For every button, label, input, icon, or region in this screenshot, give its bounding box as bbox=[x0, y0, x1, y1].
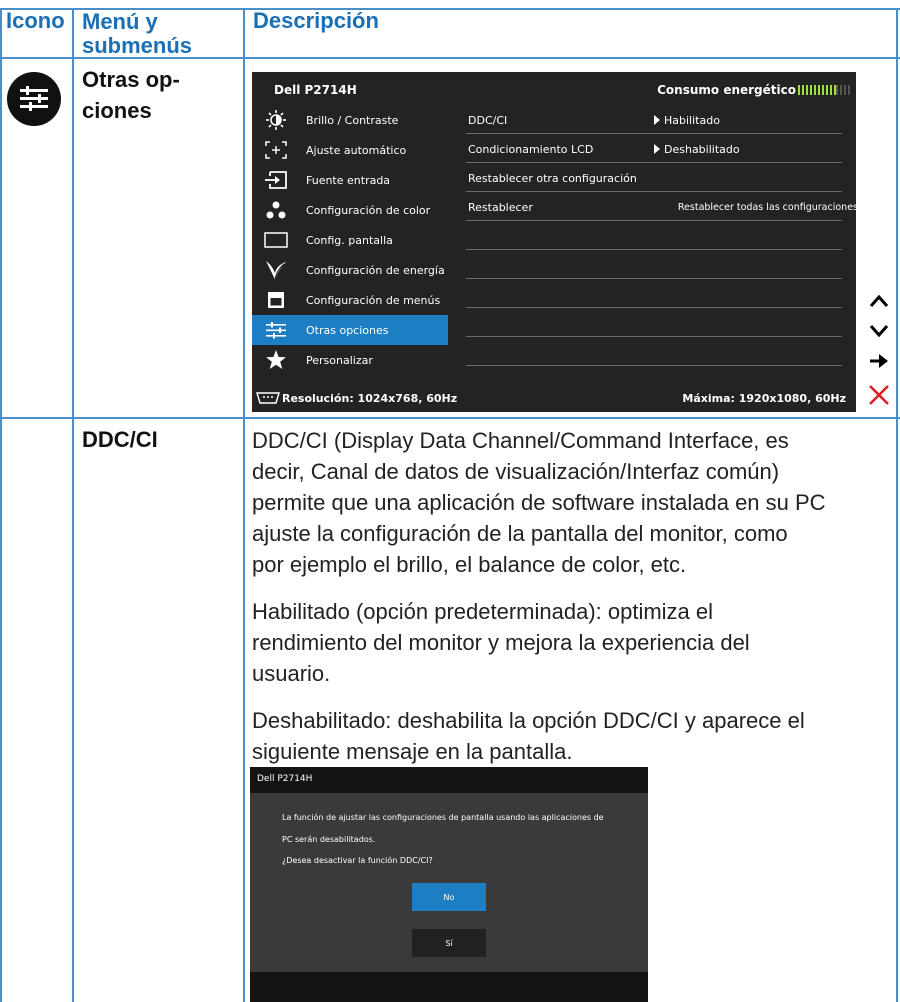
up-arrow-icon[interactable] bbox=[860, 286, 898, 316]
dialog-title: Dell P2714H bbox=[257, 774, 313, 784]
input-source-icon bbox=[263, 169, 289, 191]
text-line: siguiente mensaje en la pantalla. bbox=[252, 739, 573, 764]
osd-item-energia[interactable]: Configuración de energía bbox=[252, 255, 448, 285]
osd-item-label: Configuración de color bbox=[306, 203, 431, 217]
osd-item-label: Brillo / Contraste bbox=[306, 113, 399, 127]
text-line: ajuste la configuración de la pantalla d… bbox=[252, 521, 788, 546]
osd-menu-list: Brillo / Contraste Ajuste automático Fue… bbox=[252, 105, 448, 375]
sliders-icon bbox=[263, 319, 289, 341]
option-value: Habilitado bbox=[654, 114, 720, 127]
brightness-icon bbox=[263, 109, 289, 131]
osd-item-menus[interactable]: Configuración de menús bbox=[252, 285, 448, 315]
osd-item-personalizar[interactable]: Personalizar bbox=[252, 345, 448, 375]
option-key: Restablecer bbox=[468, 201, 533, 214]
ddc-ci-confirm-dialog: Dell P2714H La función de ajustar las co… bbox=[250, 767, 648, 1002]
text-line: permite que una aplicación de software i… bbox=[252, 490, 826, 515]
max-resolution-text: Máxima: 1920x1080, 60Hz bbox=[682, 392, 846, 405]
dialog-footer bbox=[250, 972, 648, 1002]
header-icon: Icono bbox=[6, 8, 65, 33]
osd-item-pantalla[interactable]: Config. pantalla bbox=[252, 225, 448, 255]
osd-item-label: Configuración de energía bbox=[306, 263, 445, 277]
power-consumption-label: Consumo energético bbox=[657, 83, 796, 97]
option-value: Restablecer todas las configuraciones bbox=[677, 202, 856, 213]
menu-title-otras-opciones-2: ciones bbox=[82, 98, 152, 123]
osd-item-label: Personalizar bbox=[306, 353, 373, 367]
text-line: DDC/CI (Display Data Channel/Command Int… bbox=[252, 428, 789, 453]
option-empty-row bbox=[466, 279, 842, 308]
star-icon bbox=[263, 349, 289, 371]
header-description: Descripción bbox=[253, 8, 379, 33]
option-empty-row bbox=[466, 308, 842, 337]
resolution-text: Resolución: 1024x768, 60Hz bbox=[282, 392, 458, 405]
osd-item-ajuste[interactable]: Ajuste automático bbox=[252, 135, 448, 165]
header-menu: Menú y submenús bbox=[82, 9, 193, 58]
text-line: decir, Canal de datos de visualización/I… bbox=[252, 459, 780, 484]
option-key: Restablecer otra configuración bbox=[468, 172, 637, 185]
option-lcd-conditioning[interactable]: Condicionamiento LCD Deshabilitado bbox=[466, 134, 842, 163]
ddc-ci-paragraph-1: DDC/CI (Display Data Channel/Command Int… bbox=[252, 425, 826, 580]
row-divider bbox=[0, 417, 900, 419]
down-arrow-icon[interactable] bbox=[860, 316, 898, 346]
osd-item-fuente[interactable]: Fuente entrada bbox=[252, 165, 448, 195]
dialog-message-line-2: PC serán desabilitados. bbox=[282, 835, 376, 844]
energy-leaf-icon bbox=[263, 259, 289, 281]
option-ddc-ci[interactable]: DDC/CI Habilitado bbox=[466, 105, 842, 134]
option-reset-other[interactable]: Restablecer otra configuración bbox=[466, 163, 842, 192]
ddc-ci-paragraph-2: Habilitado (opción predeterminada): opti… bbox=[252, 596, 750, 689]
option-reset[interactable]: Restablecer Restablecer todas las config… bbox=[466, 192, 856, 221]
sliders-icon bbox=[7, 72, 61, 126]
menu-column-rule bbox=[243, 8, 245, 1002]
play-arrow-icon bbox=[654, 144, 660, 154]
option-empty-row bbox=[466, 250, 842, 279]
text-line: rendimiento del monitor y mejora la expe… bbox=[252, 630, 750, 655]
osd-options-panel: DDC/CI Habilitado Condicionamiento LCD D… bbox=[466, 105, 856, 366]
no-button[interactable]: No bbox=[412, 883, 486, 911]
dialog-question: ¿Desea desactivar la función DDC/CI? bbox=[282, 856, 433, 865]
table-left-rule bbox=[0, 8, 2, 1002]
color-dots-icon bbox=[263, 199, 289, 221]
yes-button[interactable]: Sí bbox=[412, 929, 486, 957]
play-arrow-icon bbox=[654, 115, 660, 125]
menu-title-otras-opciones-1: Otras op- bbox=[82, 67, 180, 92]
table-right-rule bbox=[896, 8, 898, 1002]
option-key: DDC/CI bbox=[468, 114, 508, 127]
text-line: por ejemplo el brillo, el balance de col… bbox=[252, 552, 687, 577]
osd-item-color[interactable]: Configuración de color bbox=[252, 195, 448, 225]
osd-item-label: Fuente entrada bbox=[306, 173, 391, 187]
option-empty-row bbox=[466, 337, 842, 366]
auto-adjust-icon bbox=[263, 139, 289, 161]
osd-menu-screenshot: Dell P2714H Consumo energético Brillo / … bbox=[252, 72, 856, 412]
option-value-text: Deshabilitado bbox=[664, 143, 740, 156]
option-key: Condicionamiento LCD bbox=[468, 143, 594, 156]
osd-item-label: Config. pantalla bbox=[306, 233, 393, 247]
osd-item-label: Otras opciones bbox=[306, 323, 389, 337]
osd-item-otras-opciones[interactable]: Otras opciones bbox=[252, 315, 448, 345]
osd-item-brillo[interactable]: Brillo / Contraste bbox=[252, 105, 448, 135]
power-meter bbox=[798, 85, 850, 95]
text-line: usuario. bbox=[252, 661, 331, 686]
right-arrow-icon[interactable] bbox=[860, 346, 898, 376]
icon-column-rule bbox=[72, 8, 74, 1002]
option-value: Deshabilitado bbox=[654, 143, 740, 156]
ddc-ci-paragraph-3: Deshabilitado: deshabilita la opción DDC… bbox=[252, 705, 805, 767]
display-icon bbox=[263, 229, 289, 251]
menu-window-icon bbox=[263, 289, 289, 311]
dialog-message-line-1: La función de ajustar las configuracione… bbox=[282, 813, 604, 822]
menu-title-ddc-ci: DDC/CI bbox=[82, 427, 158, 452]
osd-title: Dell P2714H bbox=[274, 83, 357, 97]
osd-item-label: Configuración de menús bbox=[306, 293, 441, 307]
osd-item-label: Ajuste automático bbox=[306, 143, 407, 157]
option-value-text: Habilitado bbox=[664, 114, 720, 127]
text-line: Habilitado (opción predeterminada): opti… bbox=[252, 599, 714, 624]
option-empty-row bbox=[466, 221, 842, 250]
text-line: Deshabilitado: deshabilita la opción DDC… bbox=[252, 708, 805, 733]
close-x-icon[interactable] bbox=[860, 380, 898, 410]
vga-connector-icon bbox=[256, 390, 280, 404]
